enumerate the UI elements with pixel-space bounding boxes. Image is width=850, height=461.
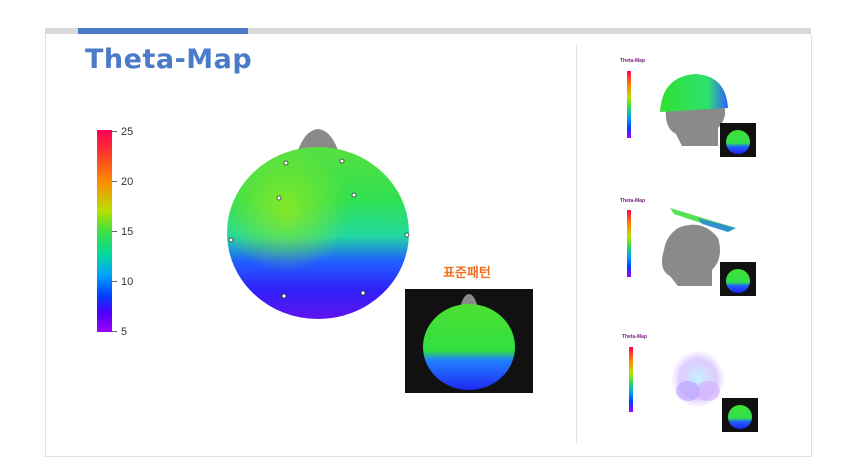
scale-tick bbox=[112, 281, 117, 282]
mini-color-scale bbox=[627, 71, 631, 138]
scale-label-15: 15 bbox=[121, 226, 134, 238]
mini-pattern-box bbox=[720, 123, 756, 157]
scale-tick bbox=[112, 231, 117, 232]
theta-head-map bbox=[227, 129, 410, 319]
standard-pattern-panel bbox=[405, 289, 533, 393]
head-3d-view bbox=[672, 351, 724, 407]
scale-label-25: 25 bbox=[121, 126, 134, 138]
thumbnail-title: Theta-Map bbox=[622, 334, 647, 340]
page-title: Theta-Map bbox=[85, 44, 253, 75]
mini-pattern-box bbox=[722, 398, 758, 432]
standard-pattern-map bbox=[423, 294, 515, 390]
panel-divider bbox=[576, 44, 577, 444]
electrode-marker bbox=[404, 232, 410, 238]
electrode-marker bbox=[339, 158, 345, 164]
electrode-marker bbox=[351, 192, 357, 198]
thumbnail-title: Theta-Map bbox=[620, 198, 645, 204]
thumbnail-title: Theta-Map bbox=[620, 58, 645, 64]
standard-pattern-label: 표준패턴 bbox=[443, 265, 491, 280]
mini-color-scale bbox=[627, 210, 631, 277]
electrode-marker bbox=[276, 195, 282, 201]
scale-tick bbox=[112, 131, 117, 132]
electrode-marker bbox=[228, 237, 234, 243]
scale-tick bbox=[112, 331, 117, 332]
scale-label-20: 20 bbox=[121, 176, 134, 188]
mini-color-scale bbox=[629, 347, 633, 412]
mini-pattern-box bbox=[720, 262, 756, 296]
electrode-marker bbox=[360, 290, 366, 296]
color-scale-bar bbox=[97, 130, 112, 332]
scale-tick bbox=[112, 181, 117, 182]
scale-label-5: 5 bbox=[121, 326, 128, 338]
scale-label-10: 10 bbox=[121, 276, 134, 288]
electrode-marker bbox=[283, 160, 289, 166]
electrode-marker bbox=[281, 293, 287, 299]
